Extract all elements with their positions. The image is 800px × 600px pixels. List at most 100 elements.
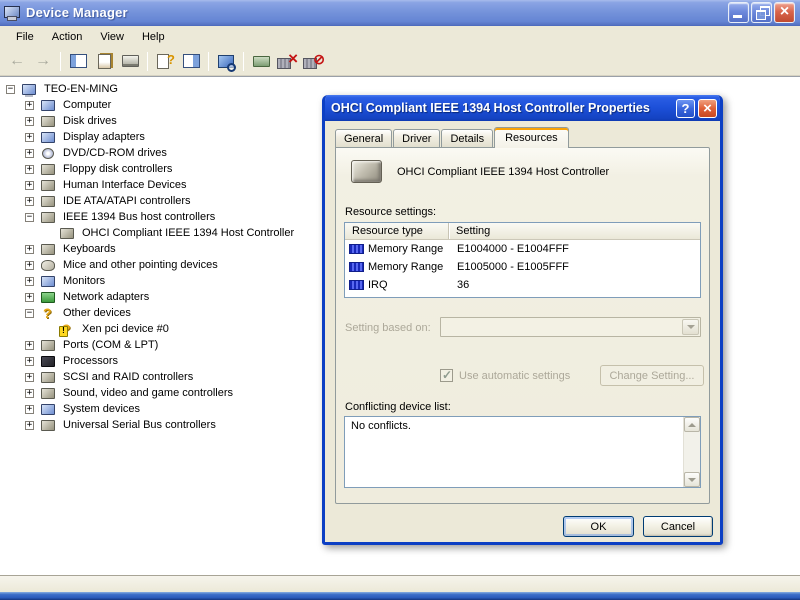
plus-expander-icon[interactable]: + <box>25 101 34 110</box>
menu-action[interactable]: Action <box>43 29 92 45</box>
resource-type: Memory Range <box>368 261 443 273</box>
tree-item-label: IEEE 1394 Bus host controllers <box>61 211 217 223</box>
update-driver-button[interactable] <box>249 50 273 73</box>
memory-chip-icon <box>349 262 364 272</box>
resource-type-cell: Memory Range <box>345 243 449 255</box>
menu-view[interactable]: View <box>91 29 133 45</box>
conflict-text: No conflicts. <box>345 417 700 435</box>
resource-row[interactable]: Memory RangeE1004000 - E1004FFF <box>345 240 700 258</box>
dialog-help-button[interactable] <box>676 99 695 118</box>
resource-row[interactable]: IRQ36 <box>345 276 700 294</box>
scroll-down-icon[interactable] <box>684 472 700 487</box>
resource-type: IRQ <box>368 279 388 291</box>
plus-expander-icon[interactable]: + <box>25 133 34 142</box>
keyboard-icon <box>40 243 57 256</box>
tree-item-label: TEO-EN-MING <box>42 83 120 95</box>
toolbar-separator <box>243 52 244 71</box>
forward-button <box>31 50 55 73</box>
dialog-titlebar[interactable]: OHCI Compliant IEEE 1394 Host Controller… <box>324 95 721 121</box>
plus-expander-icon[interactable]: + <box>25 421 34 430</box>
processor-icon <box>40 355 57 368</box>
menu-file[interactable]: File <box>7 29 43 45</box>
ieee1394-icon <box>40 211 57 224</box>
help-button[interactable] <box>153 50 177 73</box>
minimize-button[interactable] <box>728 2 749 23</box>
use-automatic-settings-label: Use automatic settings <box>459 370 570 382</box>
window-bottom-border <box>0 575 800 592</box>
plus-expander-icon[interactable]: + <box>25 357 34 366</box>
resource-type-cell: Memory Range <box>345 261 449 273</box>
plus-expander-icon[interactable]: + <box>25 373 34 382</box>
tree-item-label: Floppy disk controllers <box>61 163 174 175</box>
dialog-tabs: GeneralDriverDetailsResources <box>335 126 570 147</box>
uninstall-button[interactable] <box>301 50 325 73</box>
tab-details[interactable]: Details <box>441 129 493 147</box>
plus-expander-icon[interactable]: + <box>25 405 34 414</box>
menu-help[interactable]: Help <box>133 29 174 45</box>
dialog-close-button[interactable] <box>698 99 717 118</box>
scsi-controller-icon <box>40 371 57 384</box>
window-titlebar[interactable]: Device Manager <box>0 0 800 26</box>
plus-expander-icon[interactable]: + <box>25 341 34 350</box>
menu-bar: FileActionViewHelp <box>0 26 800 47</box>
display-adapter-icon <box>40 131 57 144</box>
disable-button[interactable] <box>275 50 299 73</box>
window-title: Device Manager <box>26 5 726 20</box>
scroll-up-icon[interactable] <box>684 417 700 432</box>
resource-table-header: Resource typeSetting <box>345 223 700 240</box>
memory-chip-icon <box>349 280 364 290</box>
cancel-button[interactable]: Cancel <box>643 516 713 537</box>
plus-expander-icon[interactable]: + <box>25 245 34 254</box>
mouse-icon <box>40 259 57 272</box>
ieee1394-device-icon <box>351 160 382 183</box>
plus-expander-icon[interactable]: + <box>25 293 34 302</box>
minus-expander-icon[interactable]: − <box>25 309 34 318</box>
tree-item-label: Mice and other pointing devices <box>61 259 220 271</box>
print-button[interactable] <box>118 50 142 73</box>
tree-item-label: Monitors <box>61 275 107 287</box>
tab-general[interactable]: General <box>335 129 392 147</box>
properties-button[interactable] <box>92 50 116 73</box>
monitor-icon <box>40 275 57 288</box>
back-button <box>5 50 29 73</box>
ide-controller-icon <box>40 195 57 208</box>
tree-item-label: Other devices <box>61 307 133 319</box>
column-header-setting[interactable]: Setting <box>449 223 700 239</box>
close-button[interactable] <box>774 2 795 23</box>
column-header-resource-type[interactable]: Resource type <box>345 223 449 239</box>
floppy-controller-icon <box>40 163 57 176</box>
plus-expander-icon[interactable]: + <box>25 181 34 190</box>
minus-expander-icon[interactable]: − <box>6 85 15 94</box>
resources-tab-page: OHCI Compliant IEEE 1394 Host Controller… <box>335 147 710 504</box>
resource-setting: E1005000 - E1005FFF <box>449 261 700 273</box>
scan-hardware-changes-button[interactable] <box>214 50 238 73</box>
tab-resources[interactable]: Resources <box>494 127 569 148</box>
resource-type: Memory Range <box>368 243 443 255</box>
computer-icon <box>21 83 38 96</box>
plus-expander-icon[interactable]: + <box>25 389 34 398</box>
tree-item-label: Display adapters <box>61 131 147 143</box>
plus-expander-icon[interactable]: + <box>25 165 34 174</box>
resource-row[interactable]: Memory Range E1005000 - E1005FFF <box>345 258 700 276</box>
tab-driver[interactable]: Driver <box>393 129 440 147</box>
plus-expander-icon[interactable]: + <box>25 261 34 270</box>
question-icon <box>40 307 57 320</box>
tree-item-label: Disk drives <box>61 115 119 127</box>
restore-button[interactable] <box>751 2 772 23</box>
tree-item-label: Processors <box>61 355 120 367</box>
plus-expander-icon[interactable]: + <box>25 149 34 158</box>
dialog-title: OHCI Compliant IEEE 1394 Host Controller… <box>331 101 673 115</box>
disk-drive-icon <box>40 115 57 128</box>
resource-type-cell: IRQ <box>345 279 449 291</box>
ok-button[interactable]: OK <box>563 516 634 537</box>
show-hide-console-tree-button[interactable] <box>66 50 90 73</box>
plus-expander-icon[interactable]: + <box>25 277 34 286</box>
minus-expander-icon[interactable]: − <box>25 213 34 222</box>
toolbar-separator <box>60 52 61 71</box>
show-action-pane-button[interactable] <box>179 50 203 73</box>
conflict-list-scrollbar[interactable] <box>683 417 700 487</box>
question-warning-icon <box>59 323 76 336</box>
plus-expander-icon[interactable]: + <box>25 197 34 206</box>
plus-expander-icon[interactable]: + <box>25 117 34 126</box>
change-setting-button: Change Setting... <box>600 365 704 386</box>
